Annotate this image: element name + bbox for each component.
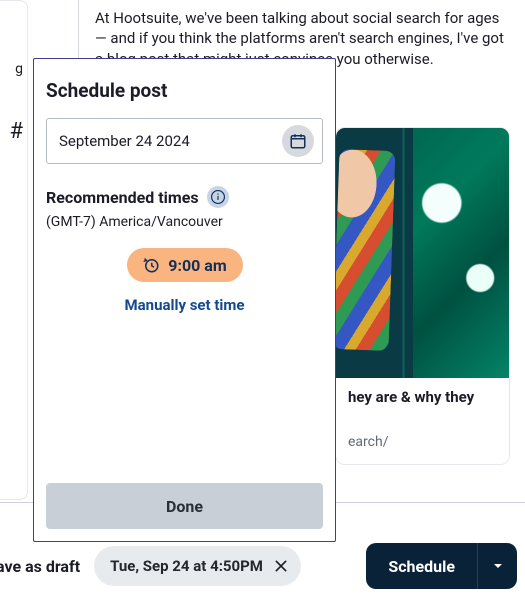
bottom-action-bar: ave as draft Tue, Sep 24 at 4:50PM Sched… [0, 531, 525, 601]
schedule-button[interactable]: Schedule [366, 543, 477, 589]
schedule-post-modal: Schedule post September 24 2024 Recommen… [33, 58, 336, 542]
recommended-time-chip[interactable]: 9:00 am [127, 248, 243, 282]
preview-image [336, 128, 509, 378]
done-button[interactable]: Done [46, 483, 323, 529]
chevron-down-icon [490, 558, 506, 574]
scheduled-time-chip[interactable]: Tue, Sep 24 at 4:50PM [94, 546, 301, 586]
clear-schedule-icon[interactable] [273, 558, 289, 574]
target-icon [431, 328, 495, 378]
date-picker-field[interactable]: September 24 2024 [46, 118, 323, 164]
sparkle-clock-icon [142, 256, 160, 274]
scheduled-time-value: Tue, Sep 24 at 4:50PM [110, 557, 263, 575]
recommended-times-row: Recommended times [46, 186, 323, 208]
left-panel-fragment: g # [0, 0, 28, 500]
timezone-label: (GMT-7) America/Vancouver [46, 214, 323, 230]
manually-set-time-link[interactable]: Manually set time [46, 296, 323, 314]
preview-title-fragment: hey are & why they [348, 388, 497, 408]
info-icon[interactable] [207, 186, 229, 208]
calendar-icon[interactable] [282, 125, 314, 157]
recommended-time-value: 9:00 am [168, 256, 226, 275]
preview-url-fragment: earch/ [348, 434, 497, 450]
schedule-options-button[interactable] [477, 543, 517, 589]
preview-meta: hey are & why they earch/ [336, 378, 509, 464]
preview-image-figure [336, 149, 395, 351]
save-as-draft-button[interactable]: ave as draft [0, 557, 80, 576]
preview-image-accent [495, 128, 509, 378]
recommended-times-label: Recommended times [46, 188, 199, 207]
done-button-label: Done [166, 497, 203, 516]
date-picker-value: September 24 2024 [59, 132, 190, 150]
modal-title: Schedule post [46, 79, 323, 102]
schedule-button-label: Schedule [388, 557, 455, 576]
hash-icon: # [0, 119, 23, 144]
link-preview-card: hey are & why they earch/ [335, 127, 510, 465]
schedule-button-group: Schedule [366, 543, 517, 589]
left-frag-text: g [0, 61, 23, 77]
